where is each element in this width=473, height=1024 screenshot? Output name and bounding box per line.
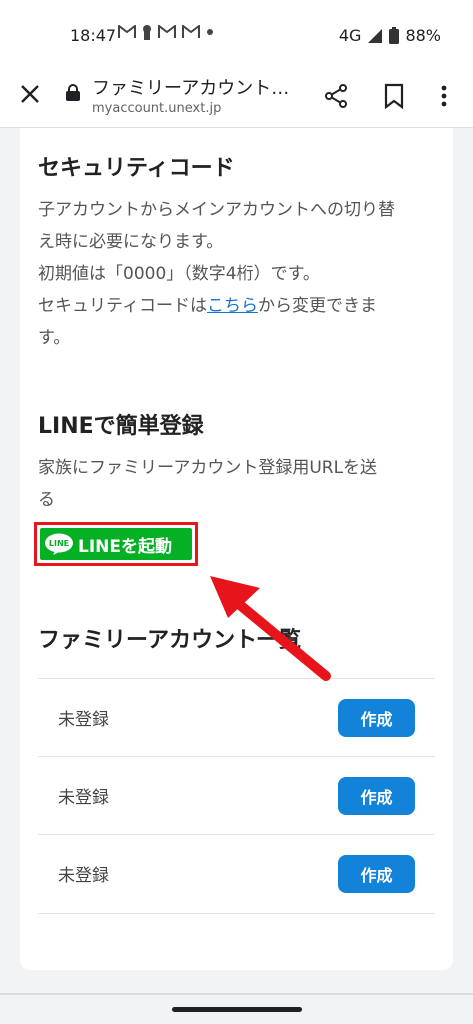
- lock-icon: [66, 84, 80, 101]
- line-desc-2: る: [38, 490, 55, 510]
- security-text-4-post: から変更できま: [257, 296, 377, 316]
- account-status: 未登録: [58, 866, 109, 886]
- close-icon: [21, 85, 39, 103]
- security-text-5: す。: [38, 328, 71, 348]
- line-logo-icon: LINE: [45, 533, 73, 555]
- battery-icon: [389, 27, 400, 44]
- account-row: 未登録 作成: [38, 678, 435, 756]
- security-text-4: セキュリティコードはこちらから変更できま: [38, 290, 438, 322]
- bookmark-icon[interactable]: [382, 82, 406, 110]
- status-time: 18:47: [70, 26, 117, 45]
- create-account-button[interactable]: 作成: [338, 855, 415, 893]
- browser-toolbar: ファミリーアカウント… myaccount.unext.jp: [0, 64, 473, 128]
- close-button[interactable]: [16, 80, 44, 108]
- content-card: セキュリティコード 子アカウントからメインアカウントへの切り替 え時に必要になり…: [20, 128, 453, 970]
- list-divider: [38, 913, 435, 914]
- network-type: 4G: [338, 26, 362, 45]
- more-vert-icon[interactable]: [436, 82, 452, 110]
- battery-percent: 88%: [405, 26, 441, 45]
- status-right: 4G 88%: [339, 26, 441, 45]
- line-logo-text: LINE: [49, 539, 69, 548]
- notification-icons: [118, 24, 214, 40]
- security-text-2: え時に必要になります。: [38, 232, 224, 252]
- page-url[interactable]: myaccount.unext.jp: [92, 101, 221, 116]
- home-indicator[interactable]: [172, 1007, 302, 1012]
- security-text-1: 子アカウントからメインアカウントへの切り替: [38, 200, 395, 220]
- account-status: 未登録: [58, 788, 109, 808]
- dot-icon: [207, 29, 213, 35]
- line-desc-1: 家族にファミリーアカウント登録用URLを送: [38, 458, 378, 478]
- security-text-3: 初期値は「0000」（数字4桁）です。: [38, 264, 320, 284]
- launch-line-button[interactable]: LINE LINEを起動: [40, 528, 192, 560]
- gmail-icon: [118, 25, 136, 38]
- share-icon[interactable]: [322, 82, 350, 110]
- launch-line-label: LINEを起動: [78, 536, 172, 557]
- line-heading: LINEで簡単登録: [38, 414, 204, 439]
- security-heading: セキュリティコード: [38, 156, 235, 181]
- security-text-4-pre: セキュリティコードは: [38, 296, 207, 316]
- annotation-arrow-icon: [210, 576, 331, 681]
- account-row: 未登録 作成: [38, 756, 435, 834]
- account-row: 未登録 作成: [38, 834, 435, 912]
- create-account-button[interactable]: 作成: [338, 777, 415, 815]
- status-bar: 18:47 4G 88%: [0, 0, 473, 64]
- line-button-highlight: LINE LINEを起動: [34, 522, 198, 566]
- gmail-icon: [158, 25, 176, 38]
- keyhole-icon: [143, 25, 151, 40]
- account-status: 未登録: [58, 710, 109, 730]
- signal-icon: [368, 28, 383, 43]
- nav-divider: [0, 993, 473, 995]
- create-account-button[interactable]: 作成: [338, 699, 415, 737]
- security-code-link[interactable]: こちら: [207, 296, 258, 316]
- gmail-icon: [182, 25, 200, 38]
- page-title[interactable]: ファミリーアカウント…: [92, 74, 302, 100]
